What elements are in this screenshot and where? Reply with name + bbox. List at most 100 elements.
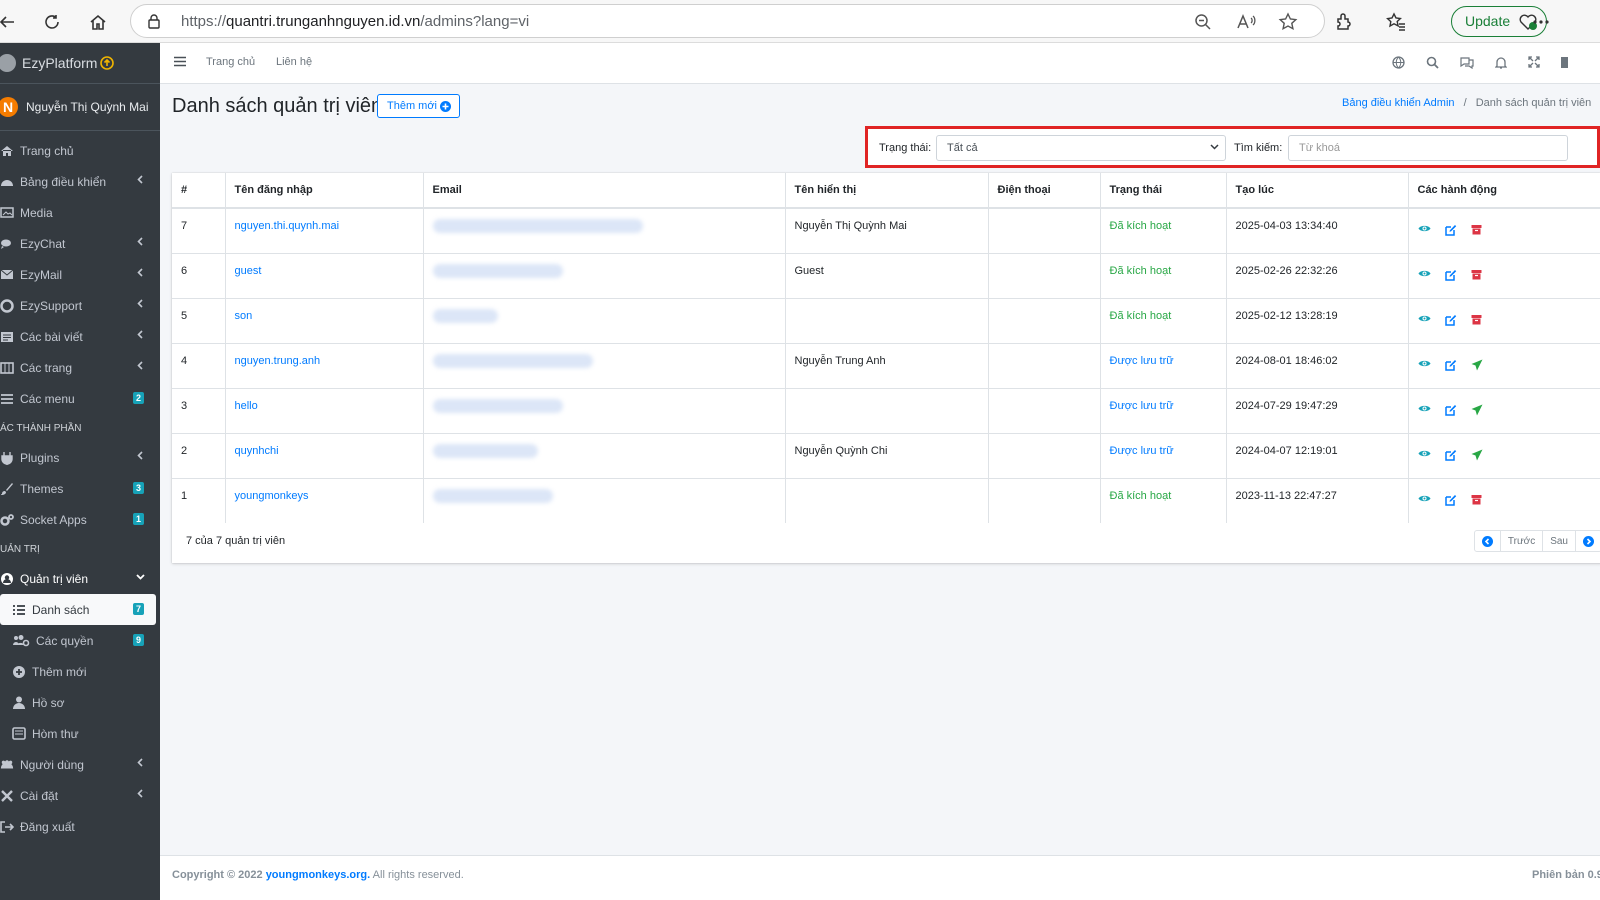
sidebar-item-logout[interactable]: Đăng xuất: [0, 811, 160, 842]
copyright-link[interactable]: youngmonkeys.org.: [266, 869, 371, 881]
back-icon[interactable]: [0, 9, 20, 35]
username-link[interactable]: quynhchi: [235, 445, 279, 457]
column-header[interactable]: Tên đăng nhập: [225, 173, 424, 209]
edit-icon[interactable]: [1444, 359, 1457, 371]
email-redacted: [432, 488, 553, 503]
sidebar-item-pages[interactable]: Các trang: [0, 352, 160, 383]
messages-icon[interactable]: [1460, 56, 1474, 70]
view-eye-icon[interactable]: [1418, 224, 1431, 236]
view-eye-icon[interactable]: [1418, 269, 1431, 281]
view-eye-icon[interactable]: [1418, 404, 1431, 416]
sidebar-nav: Trang chủ Bảng điều khiển Media EzyChat …: [0, 131, 160, 842]
zoom-out-icon[interactable]: [1192, 11, 1214, 33]
sidebar-item-media[interactable]: Media: [0, 197, 160, 228]
username-link[interactable]: nguyen.thi.quynh.mai: [235, 220, 340, 232]
archive-icon[interactable]: [1471, 224, 1482, 236]
breadcrumb-link-dashboard[interactable]: Bảng điều khiển Admin: [1342, 97, 1455, 109]
column-header[interactable]: Tên hiển thị: [785, 173, 989, 209]
username-link[interactable]: guest: [235, 265, 262, 277]
user-icon: [12, 696, 26, 710]
edit-icon[interactable]: [1444, 314, 1457, 326]
read-aloud-icon[interactable]: [1235, 11, 1257, 33]
more-options-icon[interactable]: [1528, 9, 1554, 35]
column-header[interactable]: #: [172, 173, 226, 209]
hamburger-menu-icon[interactable]: [174, 56, 186, 67]
actions-cell: [1408, 387, 1600, 433]
sidebar-item-themes[interactable]: Themes 3: [0, 473, 160, 504]
view-eye-icon[interactable]: [1418, 359, 1431, 371]
sidebar-item-profile[interactable]: Hồ sơ: [0, 687, 160, 718]
search-input[interactable]: Từ khoá: [1288, 135, 1568, 161]
phone-cell: [988, 207, 1101, 253]
version-text: Phiên bản 0.9: [1532, 869, 1600, 881]
nav-link-home[interactable]: Trang chủ: [206, 56, 255, 68]
archive-icon[interactable]: [1471, 494, 1482, 506]
column-header[interactable]: Email: [423, 173, 786, 209]
favorite-star-icon[interactable]: [1277, 11, 1299, 33]
table-row: 7 nguyen.thi.quynh.mai Nguyễn Thị Quỳnh …: [172, 207, 1600, 253]
search-icon[interactable]: [1426, 56, 1440, 70]
sidebar-item-home[interactable]: Trang chủ: [0, 135, 160, 166]
sidebar-item-inbox[interactable]: Hòm thư: [0, 718, 160, 749]
sidebar-item-settings[interactable]: Cài đặt: [0, 780, 160, 811]
fullscreen-icon[interactable]: [1528, 56, 1542, 70]
add-new-button[interactable]: Thêm mới: [377, 94, 460, 118]
sidebar-item-admins[interactable]: Quản trị viên: [0, 563, 160, 594]
edit-icon[interactable]: [1444, 269, 1457, 281]
control-sidebar-icon[interactable]: [1560, 56, 1574, 70]
column-header[interactable]: Tạo lúc: [1226, 173, 1409, 209]
sidebar-item-ezysupport[interactable]: EzySupport: [0, 290, 160, 321]
view-eye-icon[interactable]: [1418, 449, 1431, 461]
favorites-list-icon[interactable]: [1383, 9, 1409, 35]
edit-icon[interactable]: [1444, 449, 1457, 461]
view-eye-icon[interactable]: [1418, 494, 1431, 506]
next-page-button[interactable]: Sau: [1543, 531, 1576, 551]
chevron-left-icon: [137, 330, 143, 339]
refresh-icon[interactable]: [39, 9, 65, 35]
column-header[interactable]: Trạng thái: [1100, 173, 1227, 209]
archive-icon[interactable]: [1471, 314, 1482, 326]
column-header[interactable]: Điện thoại: [988, 173, 1101, 209]
extensions-icon[interactable]: [1331, 9, 1357, 35]
archive-icon[interactable]: [1471, 269, 1482, 281]
home-browser-icon[interactable]: [85, 9, 111, 35]
edit-icon[interactable]: [1444, 494, 1457, 506]
sidebar-item-ezymail[interactable]: EzyMail: [0, 259, 160, 290]
address-bar[interactable]: https://quantri.trunganhnguyen.id.vn/adm…: [130, 4, 1325, 38]
email-redacted: [432, 308, 498, 323]
language-globe-icon[interactable]: [1392, 56, 1406, 70]
last-page-button[interactable]: [1576, 531, 1600, 551]
sidebar-item-socket-apps[interactable]: Socket Apps 1: [0, 504, 160, 535]
restore-send-icon[interactable]: [1471, 404, 1483, 416]
edit-icon[interactable]: [1444, 224, 1457, 236]
restore-send-icon[interactable]: [1471, 359, 1483, 371]
sidebar-item-permissions[interactable]: Các quyền 9: [0, 625, 160, 656]
sidebar-item-menus[interactable]: Các menu 2: [0, 383, 160, 414]
username-link[interactable]: nguyen.trung.anh: [235, 355, 321, 367]
sidebar-item-add-new[interactable]: Thêm mới: [0, 656, 160, 687]
restore-send-icon[interactable]: [1471, 449, 1483, 461]
sidebar-item-plugins[interactable]: Plugins: [0, 442, 160, 473]
count-badge: 2: [132, 392, 144, 404]
prev-page-button[interactable]: Trước: [1501, 531, 1544, 551]
username-link[interactable]: son: [235, 310, 253, 322]
sidebar-item-label: Themes: [20, 481, 64, 496]
sidebar-item-ezychat[interactable]: EzyChat: [0, 228, 160, 259]
status-filter-select[interactable]: Tất cả: [936, 135, 1226, 161]
nav-link-contact[interactable]: Liên hệ: [276, 56, 312, 68]
sidebar-item-users[interactable]: Người dùng: [0, 749, 160, 780]
bell-icon[interactable]: [1495, 56, 1509, 70]
view-eye-icon[interactable]: [1418, 314, 1431, 326]
brand[interactable]: EzyPlatform: [0, 43, 160, 84]
row-id: 1: [172, 477, 226, 523]
first-page-button[interactable]: [1475, 531, 1501, 551]
sidebar-item-label: Thêm mới: [32, 664, 87, 679]
sidebar-item-admin-list[interactable]: Danh sách 7: [0, 594, 156, 625]
username-link[interactable]: youngmonkeys: [235, 490, 309, 502]
sidebar-item-posts[interactable]: Các bài viết: [0, 321, 160, 352]
edit-icon[interactable]: [1444, 404, 1457, 416]
url-text: https://quantri.trunganhnguyen.id.vn/adm…: [181, 13, 530, 30]
username-link[interactable]: hello: [235, 400, 258, 412]
user-panel[interactable]: N Nguyễn Thị Quỳnh Mai: [0, 84, 160, 131]
sidebar-item-dashboard[interactable]: Bảng điều khiển: [0, 166, 160, 197]
